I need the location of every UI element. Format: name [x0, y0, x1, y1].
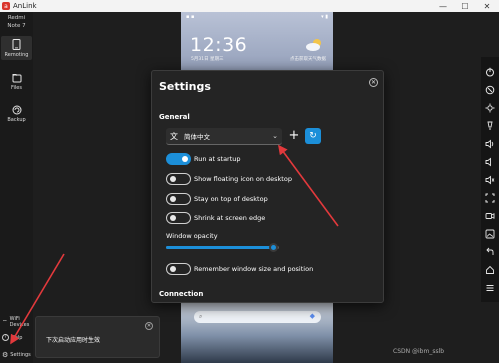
window-opacity-slider[interactable]: [166, 243, 279, 252]
screenshot-icon[interactable]: [485, 193, 495, 203]
chevron-down-icon: ⌄: [272, 132, 278, 140]
devices-label: Devices: [9, 322, 30, 328]
toggle-stay-on-top[interactable]: Stay on top of desktop: [166, 192, 268, 206]
files-icon: [12, 74, 21, 83]
refresh-icon: ↻: [309, 131, 317, 141]
toggle-remember-window[interactable]: Remember window size and position: [166, 262, 313, 276]
lock-clock: 12:36: [190, 34, 248, 56]
sidebar-item-backup[interactable]: Backup: [1, 102, 32, 126]
toggle-run-at-startup[interactable]: Run at startup: [166, 152, 241, 166]
toggle-label: Run at startup: [194, 155, 241, 163]
notification-toast: 下次启动应用时生效 ✕: [35, 316, 160, 358]
menu-icon[interactable]: [485, 283, 495, 293]
toggle-switch[interactable]: [166, 212, 191, 224]
close-icon: ✕: [146, 323, 152, 329]
connection-heading: Connection: [159, 290, 204, 298]
home-wallpaper: ⌕ ◆: [181, 302, 333, 363]
toggle-floating-icon[interactable]: Show floating icon on desktop: [166, 172, 292, 186]
power-icon[interactable]: [485, 67, 495, 77]
volume-down-icon[interactable]: [485, 157, 495, 167]
toggle-label: Show floating icon on desktop: [194, 175, 292, 183]
image-icon[interactable]: [485, 229, 495, 239]
volume-up-icon[interactable]: [485, 139, 495, 149]
toggle-knob: [170, 266, 176, 272]
device-name-line1: Redmi: [7, 15, 26, 21]
help-icon: ?: [2, 334, 9, 341]
toggle-knob: [170, 176, 176, 182]
app-title: AnLink: [13, 2, 37, 10]
wifi-icon: ⌔: [2, 319, 8, 326]
toggle-shrink-edge[interactable]: Shrink at screen edge: [166, 211, 265, 225]
settings-label: Settings: [10, 352, 31, 358]
slider-thumb[interactable]: [269, 243, 279, 252]
toast-message: 下次启动应用时生效: [46, 337, 101, 344]
phone-icon: [12, 39, 21, 50]
toggle-knob: [170, 215, 176, 221]
assistant-icon: ◆: [309, 312, 315, 320]
toggle-switch[interactable]: [166, 173, 191, 185]
toggle-label: Shrink at screen edge: [194, 214, 266, 222]
toggle-knob: [170, 196, 176, 202]
backup-icon: [12, 105, 21, 115]
status-bar-icons: ▾ ▮: [321, 14, 328, 20]
window-opacity-label: Window opacity: [166, 232, 218, 240]
refresh-button[interactable]: ↻: [305, 128, 321, 144]
lock-weather: 点击获取天气数据: [290, 57, 326, 62]
phone-search-bar[interactable]: ⌕ ◆: [194, 311, 321, 323]
sidebar-item-wifi-devices[interactable]: ⌔ WiFi Devices: [2, 316, 29, 328]
device-name: Redmi Note 7: [0, 14, 33, 30]
search-icon: ⌕: [199, 313, 203, 320]
toggle-label: Stay on top of desktop: [194, 195, 268, 203]
sidebar-item-files[interactable]: Files: [1, 70, 32, 94]
title-bar: a AnLink — ☐ ✕: [0, 0, 499, 12]
lock-date: 5月31日 星期三: [191, 57, 224, 62]
brightness-icon[interactable]: [485, 103, 495, 113]
sidebar-item-label: Files: [11, 85, 22, 91]
translate-icon: 文: [170, 131, 178, 141]
home-icon[interactable]: [485, 265, 495, 275]
slider-fill: [166, 246, 274, 249]
status-bar-left: ▪ ▪: [186, 14, 195, 20]
close-window-button[interactable]: ✕: [477, 0, 497, 12]
mute-icon[interactable]: [485, 175, 495, 185]
close-icon: ✕: [370, 79, 377, 86]
settings-icon: ⚙: [2, 351, 9, 359]
device-name-line2: Note 7: [7, 23, 26, 29]
wifi-devices-label: WiFi Devices: [10, 316, 30, 328]
close-dialog-button[interactable]: ✕: [369, 78, 378, 87]
toggle-switch[interactable]: [166, 263, 191, 275]
control-bar: [481, 57, 499, 302]
toggle-label: Remember window size and position: [194, 265, 314, 273]
general-heading: General: [159, 113, 190, 121]
watermark: CSDN @ibm_sslb: [393, 348, 445, 355]
toast-close-button[interactable]: ✕: [145, 322, 153, 330]
toggle-switch[interactable]: [166, 153, 191, 165]
sidebar-item-remoting[interactable]: Remoting: [1, 36, 32, 60]
minimize-button[interactable]: —: [433, 0, 453, 12]
sidebar-item-label: Remoting: [4, 52, 29, 58]
settings-dialog: Settings ✕ General 文 简体中文 ⌄ + ↻ Run at s…: [151, 70, 384, 303]
plus-icon: +: [288, 128, 300, 143]
record-icon[interactable]: [485, 211, 495, 221]
add-language-button[interactable]: +: [287, 129, 301, 143]
back-icon[interactable]: [485, 247, 495, 257]
rotate-icon[interactable]: [485, 85, 495, 95]
sidebar-item-settings[interactable]: ⚙ Settings: [2, 351, 31, 359]
language-value: 简体中文: [184, 133, 210, 141]
toggle-switch[interactable]: [166, 193, 191, 205]
dialog-title: Settings: [159, 80, 211, 93]
cloud-icon: [306, 39, 321, 51]
language-select[interactable]: 文 简体中文 ⌄: [166, 128, 282, 145]
app-logo-icon: a: [2, 2, 10, 10]
toggle-knob: [182, 156, 188, 162]
sidebar-item-help[interactable]: ? Help: [2, 334, 22, 341]
light-icon[interactable]: [485, 121, 495, 131]
maximize-button[interactable]: ☐: [455, 0, 475, 12]
sidebar-item-label: Backup: [7, 117, 26, 123]
sidebar: Redmi Note 7 Remoting Files Backup ⌔ WiF…: [0, 12, 33, 363]
help-label: Help: [11, 334, 23, 341]
